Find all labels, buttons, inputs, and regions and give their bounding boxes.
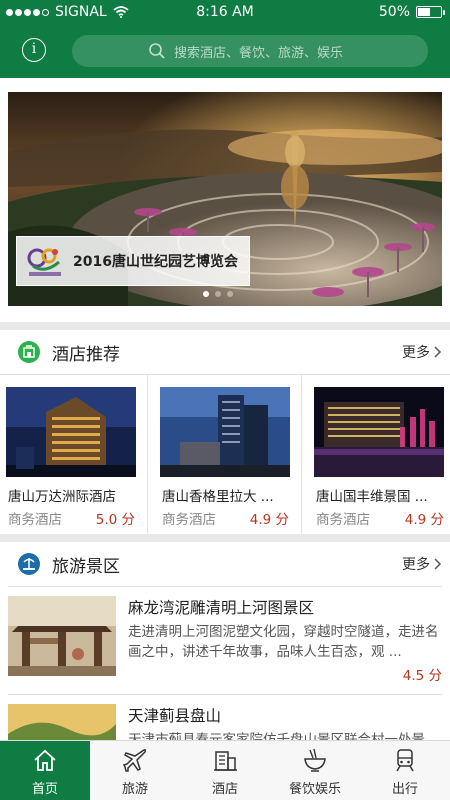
hotel-score: 4.9 分: [249, 512, 289, 528]
hotel-type: 商务酒店: [162, 512, 216, 528]
carousel-dot: [227, 291, 233, 297]
status-right: 50%: [378, 4, 445, 20]
carousel-indicator: [203, 291, 233, 297]
tab-home[interactable]: 首页: [0, 741, 90, 800]
hotel-list: 唐山万达洲际酒店 商务酒店 5.0 分 唐山香格里拉大 ... 商务酒店 4.9…: [0, 374, 450, 535]
status-bar: SIGNAL 8:16 AM 50%: [0, 0, 450, 26]
tab-hotel[interactable]: 酒店: [180, 741, 270, 800]
search-icon: [149, 43, 165, 59]
search-input[interactable]: 搜索酒店、餐饮、旅游、娱乐: [72, 35, 428, 67]
hotels-section-header: 酒店推荐 更多: [0, 330, 450, 374]
hotel-image: [6, 387, 136, 477]
section-separator: [0, 322, 450, 330]
bottom-tab-bar: 首页 旅游 酒店 餐饮娱乐 出行: [0, 740, 450, 800]
battery-percent: 50%: [378, 4, 410, 20]
airplane-icon: [122, 749, 147, 772]
train-icon: [396, 749, 414, 772]
hotel-image: [160, 387, 290, 477]
tab-label: 餐饮娱乐: [288, 782, 341, 797]
banner-carousel[interactable]: 2016唐山世纪园艺博览会: [8, 92, 442, 306]
search-placeholder: 搜索酒店、餐饮、旅游、娱乐: [174, 45, 344, 61]
attraction-item[interactable]: 天津蓟县盘山 天津市蓟县春元客家院仿千盘山景区联合村一处景: [0, 704, 450, 748]
chevron-right-icon: [434, 558, 442, 570]
chevron-right-icon: [434, 346, 442, 358]
info-icon[interactable]: i: [22, 38, 46, 62]
tab-label: 旅游: [121, 782, 148, 797]
more-label: 更多: [402, 345, 430, 361]
tab-label: 出行: [391, 782, 418, 797]
banner-caption: 2016唐山世纪园艺博览会: [16, 236, 250, 286]
hotels-section-title: 酒店推荐: [52, 344, 120, 365]
attraction-image: [8, 596, 116, 676]
bowl-icon: [304, 748, 326, 772]
list-divider: [8, 694, 442, 695]
hotel-card[interactable]: 唐山国丰维景国 ... 商务酒店 4.9 分: [308, 375, 450, 535]
hotel-name: 唐山万达洲际酒店: [8, 489, 116, 505]
tab-label: 首页: [31, 782, 58, 797]
section-separator: [0, 534, 450, 542]
hotel-type: 商务酒店: [316, 512, 370, 528]
hotel-score: 5.0 分: [95, 512, 135, 528]
carousel-dot: [203, 291, 209, 297]
tourism-section-header: 旅游景区 更多: [0, 542, 450, 586]
tab-label: 酒店: [211, 782, 238, 797]
battery-icon: [416, 6, 445, 18]
hotel-section-icon: [18, 341, 40, 363]
list-divider: [8, 586, 442, 587]
tourism-section-icon: [18, 553, 40, 575]
attraction-item[interactable]: 麻龙湾泥雕清明上河图景区 走进清明上河图泥塑文化园，穿越时空隧道，走进名画之中，…: [0, 596, 450, 686]
banner-caption-text: 2016唐山世纪园艺博览会: [73, 254, 238, 270]
attraction-title: 麻龙湾泥雕清明上河图景区: [128, 599, 315, 617]
hotel-score: 4.9 分: [404, 512, 444, 528]
more-label: 更多: [402, 557, 430, 573]
tab-transit[interactable]: 出行: [360, 741, 450, 800]
hotel-name: 唐山国丰维景国 ...: [316, 489, 428, 505]
tab-travel[interactable]: 旅游: [90, 741, 180, 800]
tab-dining[interactable]: 餐饮娱乐: [270, 741, 360, 800]
home-icon: [34, 749, 56, 771]
attraction-title: 天津蓟县盘山: [128, 707, 222, 725]
attraction-desc: 走进清明上河图泥塑文化园，穿越时空隧道，走进名画之中，讲述千年故事，品味人生百态…: [128, 624, 439, 660]
hotel-card[interactable]: 唐山香格里拉大 ... 商务酒店 4.9 分: [154, 375, 302, 535]
hotel-type: 商务酒店: [8, 512, 62, 528]
tourism-more-link[interactable]: 更多: [402, 554, 442, 574]
hotel-name: 唐山香格里拉大 ...: [162, 489, 274, 505]
hotels-more-link[interactable]: 更多: [402, 342, 442, 362]
expo-logo: [27, 248, 61, 276]
app-screen: SIGNAL 8:16 AM 50% i 搜索酒店、餐饮、旅游、娱乐 2016唐…: [0, 0, 450, 800]
attraction-score: 4.5 分: [402, 668, 442, 684]
hotel-card[interactable]: 唐山万达洲际酒店 商务酒店 5.0 分: [0, 375, 148, 535]
attraction-image: [8, 704, 116, 740]
building-icon: [214, 751, 237, 771]
hotel-image: [314, 387, 444, 477]
carousel-dot: [215, 291, 221, 297]
tourism-section-title: 旅游景区: [52, 556, 120, 577]
app-header: SIGNAL 8:16 AM 50% i 搜索酒店、餐饮、旅游、娱乐: [0, 0, 450, 78]
